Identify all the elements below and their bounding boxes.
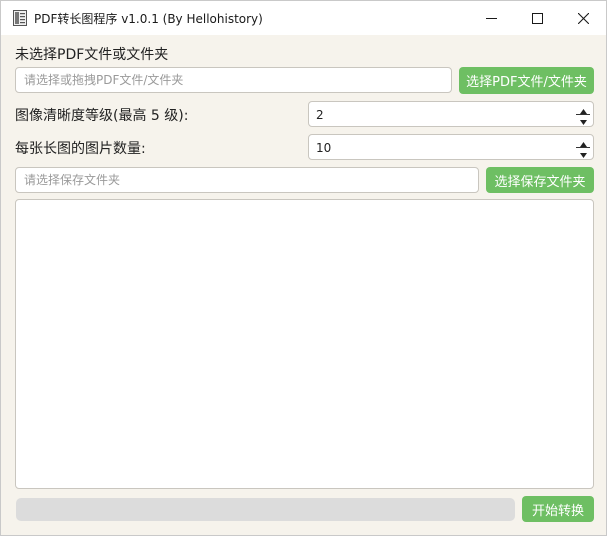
images-per-long-spinbox[interactable]: 10 — [308, 134, 594, 160]
close-icon — [577, 12, 589, 24]
start-convert-button[interactable]: 开始转换 — [522, 496, 594, 522]
maximize-button[interactable] — [514, 1, 560, 35]
quality-spin-arrows — [573, 102, 593, 126]
chevron-down-icon — [579, 110, 587, 129]
images-per-long-value: 10 — [316, 141, 332, 155]
images-decrement-button[interactable] — [573, 146, 593, 159]
title-bar: PDF转长图程序 v1.0.1 (By Hellohistory) — [1, 1, 606, 35]
quality-label: 图像清晰度等级(最高 5 级): — [15, 108, 189, 124]
quality-spinbox[interactable]: 2 — [308, 101, 594, 127]
quality-value: 2 — [316, 108, 324, 122]
window-title: PDF转长图程序 v1.0.1 (By Hellohistory) — [34, 12, 263, 26]
close-button[interactable] — [560, 1, 606, 35]
document-icon — [13, 10, 27, 26]
quality-decrement-button[interactable] — [573, 113, 593, 126]
maximize-icon — [531, 12, 543, 24]
progress-bar — [16, 498, 515, 521]
chevron-down-icon — [579, 143, 587, 162]
source-status-label: 未选择PDF文件或文件夹 — [15, 47, 169, 63]
images-per-long-label: 每张长图的图片数量: — [15, 141, 146, 157]
select-save-folder-button[interactable]: 选择保存文件夹 — [486, 167, 594, 193]
select-pdf-button[interactable]: 选择PDF文件/文件夹 — [459, 67, 594, 94]
minimize-icon — [485, 13, 497, 24]
log-textarea[interactable] — [15, 199, 594, 489]
app-window: PDF转长图程序 v1.0.1 (By Hellohistory) 未选择PDF… — [0, 0, 607, 536]
pdf-path-input[interactable] — [15, 67, 452, 93]
minimize-button[interactable] — [468, 1, 514, 35]
save-folder-input[interactable] — [15, 167, 479, 193]
images-spin-arrows — [573, 135, 593, 159]
